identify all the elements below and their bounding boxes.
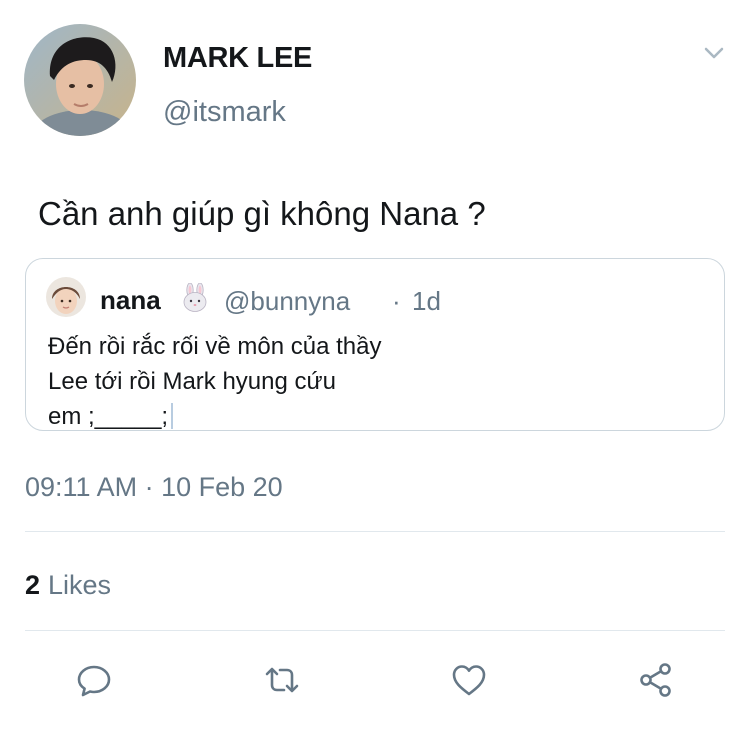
author-avatar[interactable] <box>24 24 136 136</box>
quoted-text-last-line: em ;_____; <box>48 399 468 434</box>
quoted-text-line: Lee tới rồi Mark hyung cứu <box>48 368 336 395</box>
chevron-down-icon[interactable] <box>700 42 728 64</box>
quoted-tweet-card[interactable]: nana @bunnyna · 1d Đến rồi rắc rối về mô… <box>25 258 725 431</box>
quoted-display-name: nana <box>100 285 161 315</box>
retweet-button[interactable] <box>258 656 306 704</box>
author-display-name[interactable]: MARK LEE <box>163 42 312 75</box>
like-button[interactable] <box>445 656 493 704</box>
likes-count: 2 <box>25 570 41 600</box>
quoted-text: Đến rồi rắc rối về môn của thầy Lee tới … <box>48 329 468 434</box>
like-icon <box>452 665 486 696</box>
divider <box>25 630 725 631</box>
likes-stat[interactable]: 2 Likes <box>25 570 111 601</box>
quoted-text-line: em ;_____; <box>48 403 169 430</box>
rabbit-face-icon <box>180 282 210 313</box>
share-button[interactable] <box>632 656 680 704</box>
share-icon <box>640 663 671 697</box>
reply-button[interactable] <box>70 656 118 704</box>
reply-icon <box>77 665 111 697</box>
quoted-avatar <box>46 277 86 317</box>
retweet-icon <box>265 667 299 693</box>
text-cursor <box>171 403 174 429</box>
quoted-separator: · <box>392 286 401 316</box>
quoted-time: 1d <box>412 286 441 316</box>
quoted-handle: @bunnyna <box>224 286 351 316</box>
tweet-timestamp[interactable]: 09:11 AM · 10 Feb 20 <box>25 472 283 503</box>
tweet-text: Cần anh giúp gì không Nana ? <box>38 195 486 232</box>
divider <box>25 531 725 532</box>
quoted-text-line: Đến rồi rắc rối về môn của thầy <box>48 333 382 360</box>
likes-label: Likes <box>48 570 112 600</box>
author-handle[interactable]: @itsmark <box>163 96 286 129</box>
